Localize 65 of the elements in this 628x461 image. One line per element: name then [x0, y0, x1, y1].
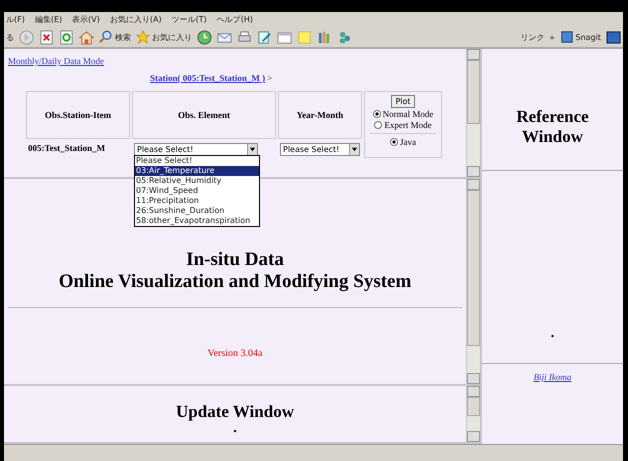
- menu-item[interactable]: ル(F): [6, 14, 25, 25]
- dot-text: .: [550, 326, 554, 341]
- forward-icon[interactable]: [19, 30, 34, 44]
- dot-text: .: [233, 422, 237, 436]
- search-button[interactable]: 検索: [99, 30, 131, 44]
- people-icon[interactable]: [337, 30, 352, 44]
- menu-item[interactable]: 編集(E): [34, 14, 62, 25]
- search-icon: [99, 30, 113, 44]
- note-icon[interactable]: [297, 30, 312, 44]
- capture-icon[interactable]: [606, 30, 621, 44]
- scroll-up-icon[interactable]: [467, 179, 480, 190]
- mode-link[interactable]: Monthly/Daily Data Mode: [8, 56, 104, 66]
- dropdown-option[interactable]: 03:Air_Temperature: [135, 166, 259, 176]
- dropdown-option[interactable]: 11:Precipitation: [135, 196, 259, 206]
- viewer-radio[interactable]: Java: [390, 137, 416, 147]
- menu-item[interactable]: 表示(V): [72, 14, 100, 25]
- menu-item[interactable]: ヘルプ(H): [216, 14, 253, 25]
- window-icon[interactable]: [277, 30, 292, 44]
- menu-item[interactable]: お気に入り(A): [110, 14, 162, 25]
- scroll-thumb[interactable]: [467, 60, 480, 124]
- refresh-icon[interactable]: [59, 30, 74, 44]
- snagit-button[interactable]: Snagit: [560, 30, 601, 44]
- dropdown-option[interactable]: Please Select!: [135, 156, 259, 166]
- scroll-up-icon[interactable]: [467, 49, 480, 60]
- plot-button[interactable]: Plot: [391, 95, 415, 108]
- scroll-down-icon[interactable]: [467, 166, 480, 177]
- mode-radio[interactable]: Expert Mode: [374, 120, 432, 130]
- stop-icon[interactable]: [39, 30, 54, 44]
- system-title: In-situ Data Online Visualization and Modifying System: [58, 249, 412, 293]
- scroll-up-icon[interactable]: [467, 386, 480, 397]
- menu-item[interactable]: ツール(T): [172, 14, 207, 25]
- dropdown-option[interactable]: 58:other_Evapotranspiration: [135, 216, 259, 226]
- year-month-select[interactable]: Please Select!: [280, 143, 360, 156]
- printer-icon[interactable]: [237, 30, 252, 44]
- history-icon[interactable]: [197, 30, 212, 44]
- links-label[interactable]: リンク: [520, 32, 545, 42]
- bookshelf-icon[interactable]: [317, 30, 332, 44]
- dropdown-option[interactable]: 07:Wind_Speed: [135, 186, 259, 196]
- column-header: Obs.Station-Item: [26, 91, 130, 139]
- scroll-down-icon[interactable]: [467, 431, 480, 442]
- scroll-thumb[interactable]: [467, 190, 480, 346]
- favorites-button[interactable]: お気に入り: [136, 30, 192, 44]
- dropdown-arrow-icon: [351, 146, 358, 153]
- column-header: Obs. Element: [132, 91, 276, 139]
- dropdown-option[interactable]: 26:Sunshine_Duration: [135, 206, 259, 216]
- back-button[interactable]: る: [6, 32, 14, 42]
- square-icon: [560, 30, 574, 44]
- scroll-thumb[interactable]: [467, 397, 480, 416]
- update-window-title: Update Window: [176, 402, 294, 422]
- mode-radio[interactable]: Normal Mode: [372, 109, 434, 119]
- reference-window-title: Reference Window: [516, 107, 589, 148]
- author-link[interactable]: Biji Ikoma: [534, 372, 572, 382]
- dropdown-option[interactable]: 05:Relative_Humidity: [135, 176, 259, 186]
- dropdown-arrow-icon: [249, 146, 256, 153]
- version-text: Version 3.04a: [208, 348, 262, 359]
- edit-icon[interactable]: [257, 30, 272, 44]
- element-select[interactable]: Please Select!: [134, 143, 258, 156]
- more-chevron[interactable]: »: [550, 32, 554, 42]
- column-header: Year-Month: [278, 91, 362, 139]
- star-icon: [136, 30, 150, 44]
- breadcrumb-arrow: >: [267, 73, 272, 83]
- home-icon[interactable]: [79, 30, 94, 44]
- station-link[interactable]: Station( 005:Test_Station_M ): [150, 73, 266, 83]
- scroll-down-icon[interactable]: [467, 373, 480, 384]
- station-cell-text: 005:Test_Station_M: [27, 142, 106, 155]
